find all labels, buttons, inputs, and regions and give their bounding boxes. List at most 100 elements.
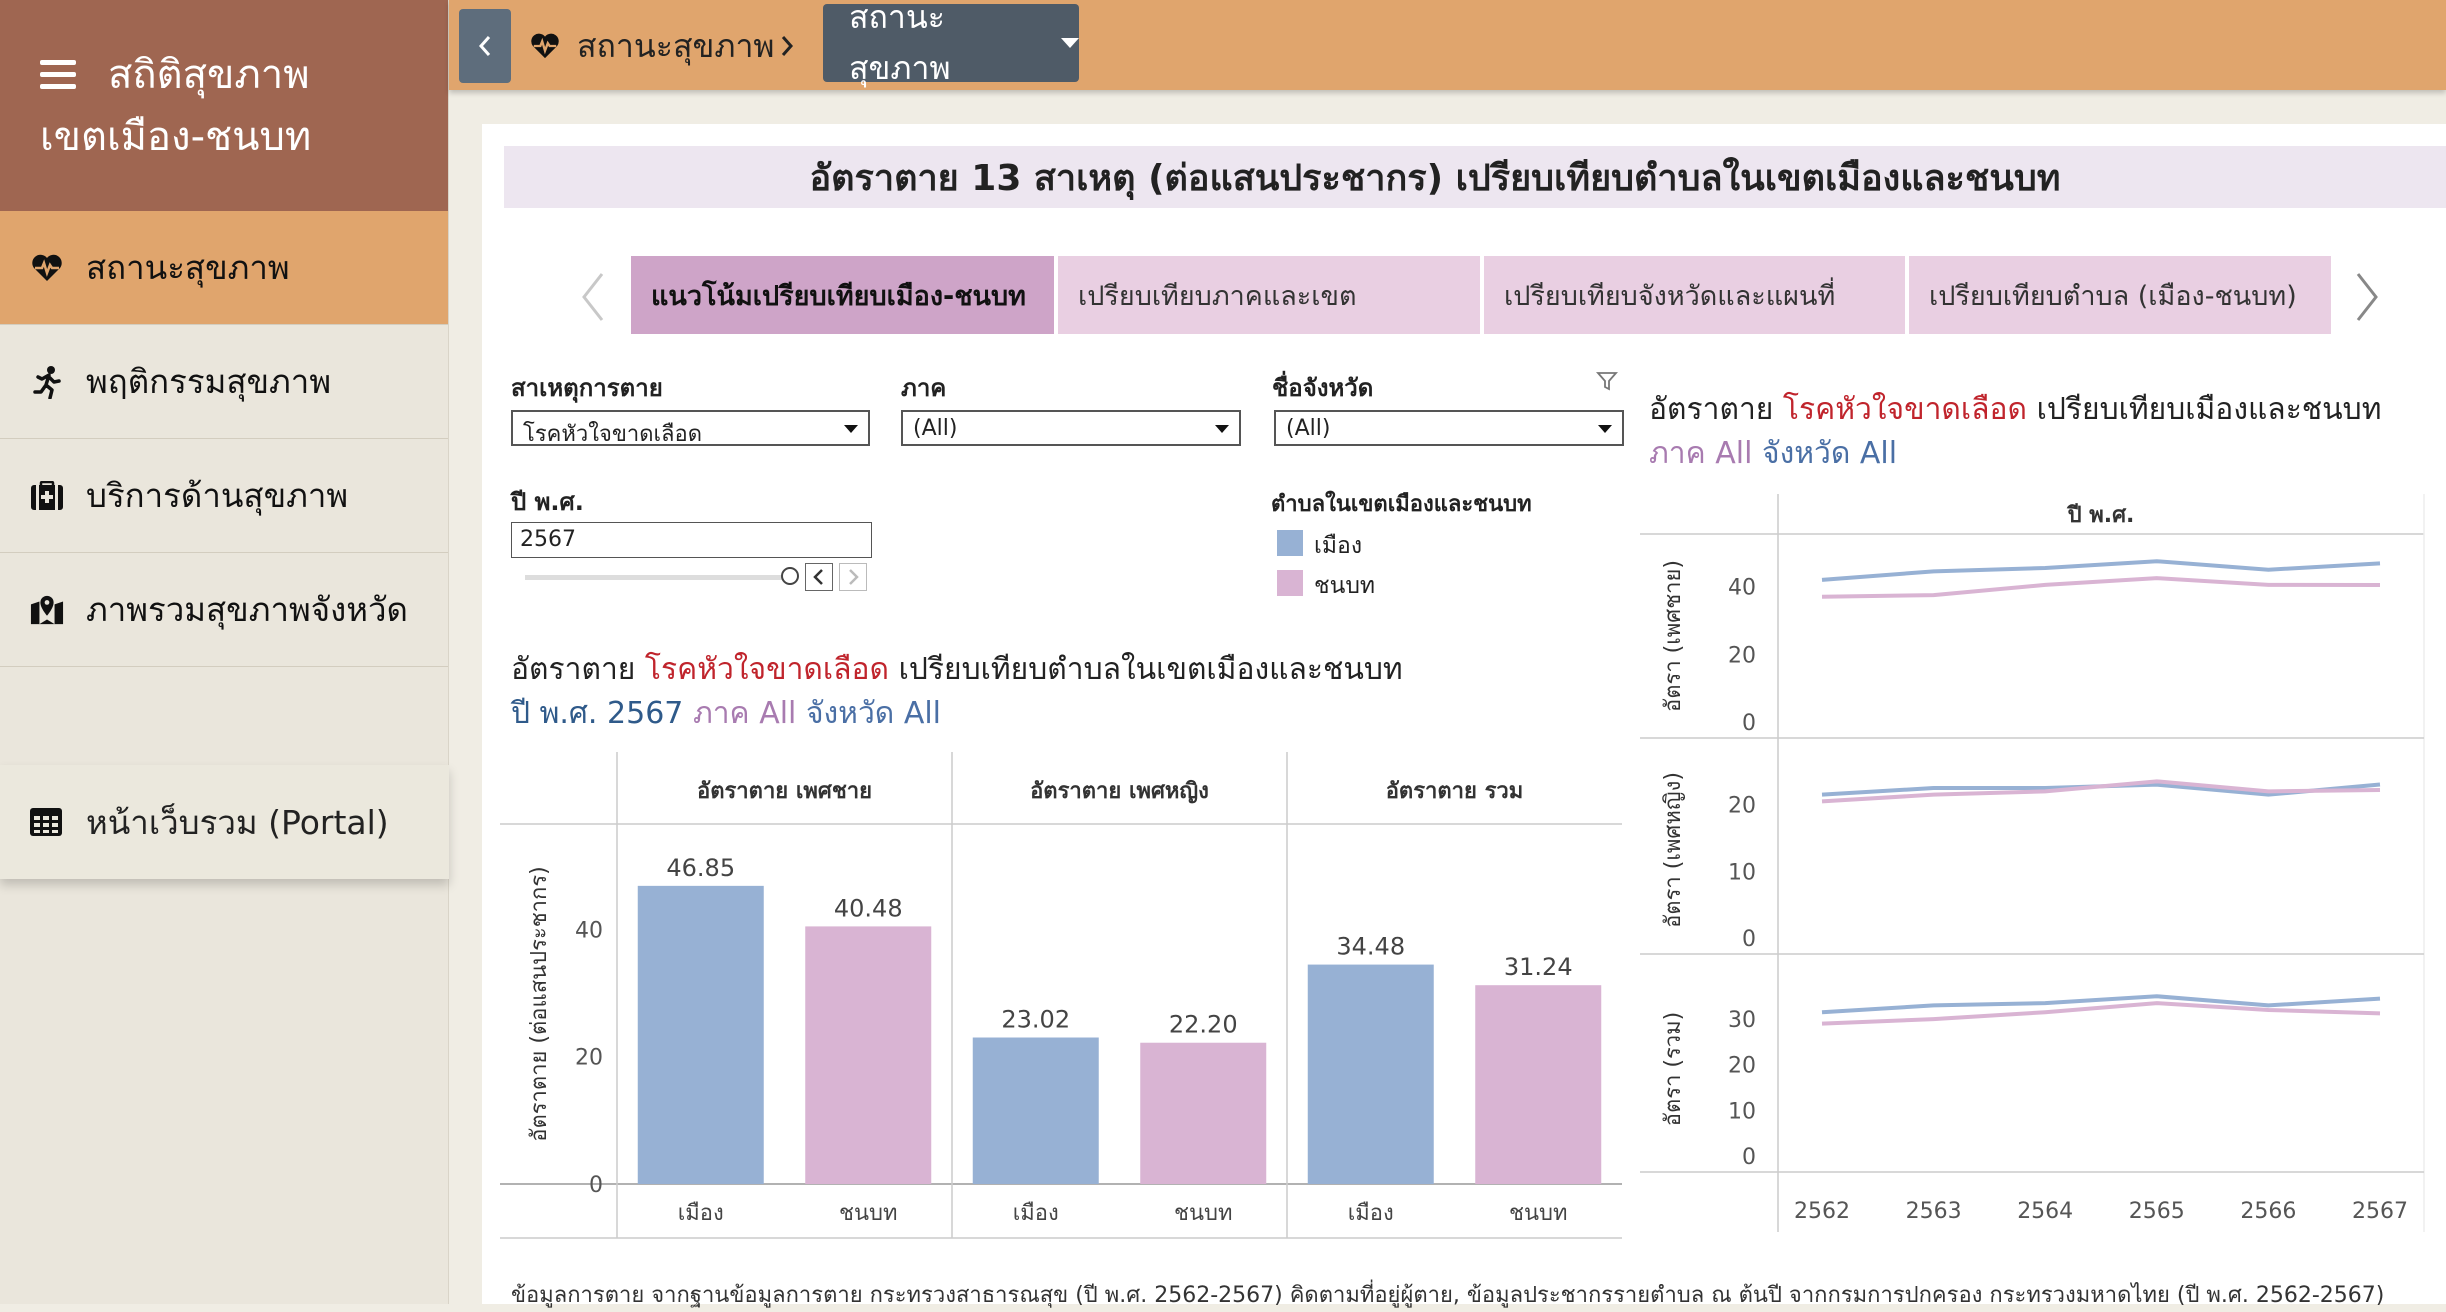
- section-dropdown[interactable]: สถานะสุขภาพ: [823, 0, 1079, 87]
- x-category-label: ชนบท: [839, 1201, 897, 1226]
- x-category-label: เมือง: [1348, 1201, 1394, 1226]
- back-button[interactable]: [459, 9, 511, 83]
- y-tick-label: 20: [1728, 794, 1756, 819]
- year-filter-label: ปี พ.ศ.: [511, 488, 584, 516]
- bar-title-suffix: เปรียบเทียบตำบลในเขตเมืองและชนบท: [898, 652, 1403, 687]
- bar: [1475, 985, 1602, 1184]
- sidebar-item-health-services[interactable]: บริการด้านสุขภาพ: [0, 439, 448, 553]
- sidebar-item-portal[interactable]: หน้าเว็บรวม (Portal): [0, 765, 449, 879]
- y-axis-label: อัตรา (เพศชาย): [1661, 560, 1686, 712]
- x-tick-label: 2562: [1794, 1199, 1850, 1224]
- year-next-button[interactable]: [839, 563, 867, 591]
- region-select[interactable]: (All): [901, 410, 1241, 446]
- cause-filter-label: สาเหตุการตาย: [511, 374, 663, 402]
- app-brand: สถิติสุขภาพ เขตเมือง-ชนบท: [0, 0, 448, 211]
- y-tick-label: 10: [1728, 860, 1756, 885]
- panel-header: อัตราตาย เพศหญิง: [1030, 779, 1209, 804]
- year-slider-thumb[interactable]: [781, 567, 799, 585]
- bar-subtitle-year: 2567: [607, 696, 684, 731]
- tab-next-arrow-icon[interactable]: [2352, 270, 2382, 324]
- chevron-left-icon: [478, 36, 491, 56]
- filter-icon[interactable]: [1596, 370, 1618, 392]
- bar: [805, 926, 932, 1184]
- sidebar-item-health-behavior[interactable]: พฤติกรรมสุขภาพ: [0, 325, 448, 439]
- tab-trend[interactable]: แนวโน้มเปรียบเทียบเมือง-ชนบท: [631, 256, 1054, 334]
- panel-header: อัตราตาย รวม: [1386, 779, 1524, 804]
- heartbeat-icon: [30, 251, 64, 285]
- sidebar-item-label: ภาพรวมสุขภาพจังหวัด: [86, 590, 408, 629]
- chevron-right-icon: [779, 9, 795, 83]
- x-category-label: ชนบท: [1509, 1201, 1567, 1226]
- legend-title: ตำบลในเขตเมืองและชนบท: [1271, 492, 1532, 517]
- x-category-label: เมือง: [1013, 1201, 1059, 1226]
- line-subtitle-region: All: [1715, 436, 1753, 471]
- line-title-suffix: เปรียบเทียบเมืองและชนบท: [2036, 392, 2382, 427]
- y-tick-label: 0: [1742, 711, 1756, 736]
- y-tick-label: 20: [575, 1046, 603, 1071]
- footnote: ข้อมูลการตาย จากฐานข้อมูลการตาย กระทรวงส…: [511, 1283, 2385, 1308]
- medical-kit-icon: [30, 479, 64, 513]
- bar-value-label: 40.48: [834, 894, 903, 922]
- bar-value-label: 22.20: [1169, 1011, 1238, 1039]
- year-prev-button[interactable]: [805, 563, 833, 591]
- bar-subtitle-region: All: [759, 696, 797, 731]
- sidebar-item-health-status[interactable]: สถานะสุขภาพ: [0, 211, 448, 325]
- bar: [637, 885, 764, 1184]
- line-chart-subtitle: ภาค All จังหวัด All: [1649, 430, 1897, 477]
- sidebar-item-label: สถานะสุขภาพ: [86, 248, 290, 287]
- chevron-left-icon: [813, 569, 823, 585]
- tab-subdistrict[interactable]: เปรียบเทียบตำบล (เมือง-ชนบท): [1909, 256, 2331, 334]
- y-tick-label: 20: [1728, 643, 1756, 668]
- bar-chart-title: อัตราตาย โรคหัวใจขาดเลือด เปรียบเทียบตำบ…: [511, 646, 1403, 693]
- province-select[interactable]: (All): [1274, 410, 1624, 446]
- bar-value-label: 31.24: [1504, 953, 1573, 981]
- app-title-line1: สถิติสุขภาพ: [108, 52, 310, 98]
- legend-swatch-urban: [1277, 530, 1303, 556]
- caret-down-icon: [1061, 38, 1079, 48]
- region-filter-label: ภาค: [901, 374, 947, 402]
- bar: [1307, 964, 1434, 1184]
- sidebar-item-province-overview[interactable]: ภาพรวมสุขภาพจังหวัด: [0, 553, 448, 667]
- year-slider-track[interactable]: [525, 575, 790, 580]
- breadcrumb-label: สถานะสุขภาพ: [577, 26, 775, 65]
- y-tick-label: 20: [1728, 1054, 1756, 1079]
- line-title-prefix: อัตราตาย: [1649, 392, 1774, 427]
- bar-chart-subtitle: ปี พ.ศ. 2567 ภาค All จังหวัด All: [511, 690, 941, 737]
- bar-value-label: 46.85: [666, 854, 735, 882]
- chevron-right-icon: [849, 569, 859, 585]
- bar: [1140, 1042, 1267, 1184]
- year-input[interactable]: 2567: [511, 522, 872, 558]
- x-tick-label: 2565: [2129, 1199, 2185, 1224]
- line-subtitle-province-label: จังหวัด: [1762, 436, 1851, 471]
- bar: [972, 1037, 1099, 1184]
- app-title-line2: เขตเมือง-ชนบท: [40, 114, 312, 160]
- tab-province-map[interactable]: เปรียบเทียบจังหวัดและแผนที่: [1484, 256, 1905, 334]
- y-tick-label: 0: [1742, 1145, 1756, 1170]
- y-tick-label: 10: [1728, 1099, 1756, 1124]
- line-chart: ปี พ.ศ. 0 20 40 อัตรา (เพศชาย) 0 10 20 อัตรา (เพ…: [1640, 494, 2425, 1232]
- bar-value-label: 23.02: [1001, 1006, 1070, 1034]
- bar-subtitle-region-label: ภาค: [692, 696, 750, 731]
- series-line-urban: [1821, 559, 2381, 582]
- bar-chart: 0 20 40 อัตราตาย (ต่อแสนประชากร) อัตราตาย เพ…: [500, 752, 1622, 1239]
- hamburger-menu-icon[interactable]: [40, 60, 76, 90]
- x-tick-label: 2563: [1906, 1199, 1962, 1224]
- y-axis-label: อัตรา (เพศหญิง): [1661, 772, 1686, 928]
- y-tick-label: 40: [575, 918, 603, 943]
- top-bar: สถานะสุขภาพ สถานะสุขภาพ: [449, 0, 2446, 90]
- tab-prev-arrow-icon[interactable]: [578, 270, 608, 324]
- y-tick-label: 40: [1728, 576, 1756, 601]
- y-axis-label: อัตรา (รวม): [1661, 1012, 1686, 1127]
- tab-region[interactable]: เปรียบเทียบภาคและเขต: [1058, 256, 1480, 334]
- sidebar-item-label: พฤติกรรมสุขภาพ: [86, 362, 332, 401]
- cause-select[interactable]: โรคหัวใจขาดเลือด: [511, 410, 870, 447]
- portal-label: หน้าเว็บรวม (Portal): [86, 802, 389, 842]
- line-title-cause: โรคหัวใจขาดเลือด: [1782, 392, 2028, 427]
- line-subtitle-region-label: ภาค: [1649, 436, 1706, 471]
- legend-label-urban: เมือง: [1314, 533, 1363, 559]
- bar-title-prefix: อัตราตาย: [511, 652, 636, 687]
- y-axis-label: อัตราตาย (ต่อแสนประชากร): [527, 866, 552, 1142]
- breadcrumb[interactable]: สถานะสุขภาพ: [529, 9, 775, 83]
- bar-subtitle-province-label: จังหวัด: [805, 696, 895, 731]
- x-tick-label: 2564: [2017, 1199, 2073, 1224]
